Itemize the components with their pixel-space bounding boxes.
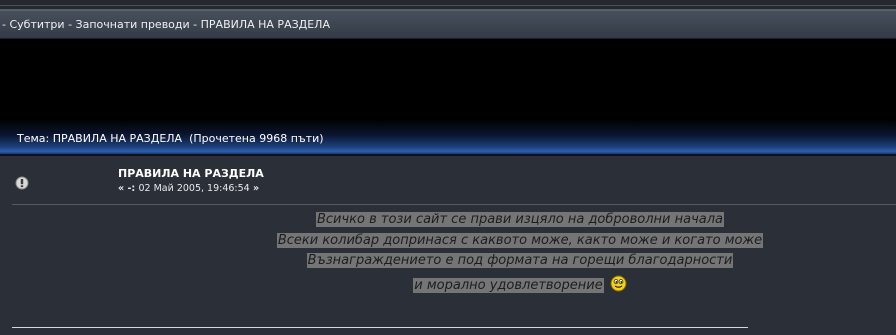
post-body-line: Всеки колибар допринася с каквото може, …	[200, 231, 840, 252]
smiley-icon	[610, 275, 627, 300]
post-body-line-4: и морално удовлетворение	[413, 277, 604, 293]
post-body-line-1: Всичко в този сайт се прави изцяло на до…	[315, 212, 725, 227]
breadcrumb-item-started-translations[interactable]: Започнати преводи	[76, 18, 190, 31]
breadcrumb-separator: -	[193, 18, 198, 31]
breadcrumb: - Субтитри - Започнати преводи - ПРАВИЛА…	[0, 10, 896, 39]
breadcrumb-prefix: -	[2, 18, 6, 31]
post-header-divider	[12, 204, 896, 205]
post-meta: « -: 02 Май 2005, 19:46:54 »	[118, 183, 259, 194]
post-body-line-2: Всеки колибар допринася с каквото може, …	[276, 232, 764, 248]
post-body-line-3: Възнаграждението е под формата на горещи…	[306, 253, 734, 268]
signature-divider	[12, 327, 748, 328]
post-body-line: и морално удовлетворение	[200, 275, 840, 300]
breadcrumb-item-subtitles[interactable]: Субтитри	[9, 18, 64, 31]
post-meta-suffix: »	[253, 183, 260, 194]
post-body: Всичко в този сайт се прави изцяло на до…	[200, 210, 840, 299]
post-meta-prefix: « -:	[118, 183, 136, 194]
post-exclamation-icon	[15, 175, 29, 190]
post-body-line: Възнаграждението е под формата на горещи…	[200, 251, 840, 272]
post-body-line: Всичко в този сайт се прави изцяло на до…	[200, 210, 840, 231]
post-date: 02 Май 2005, 19:46:54	[138, 183, 250, 194]
topic-title: Тема: ПРАВИЛА НА РАЗДЕЛА (Прочетена 9968…	[17, 132, 324, 145]
breadcrumb-separator: -	[68, 18, 73, 31]
top-strip	[0, 0, 896, 10]
breadcrumb-item-section-rules[interactable]: ПРАВИЛА НА РАЗДЕЛА	[201, 18, 330, 31]
forum-banner: Тема: ПРАВИЛА НА РАЗДЕЛА (Прочетена 9968…	[0, 39, 896, 156]
post-title[interactable]: ПРАВИЛА НА РАЗДЕЛА	[118, 167, 264, 180]
